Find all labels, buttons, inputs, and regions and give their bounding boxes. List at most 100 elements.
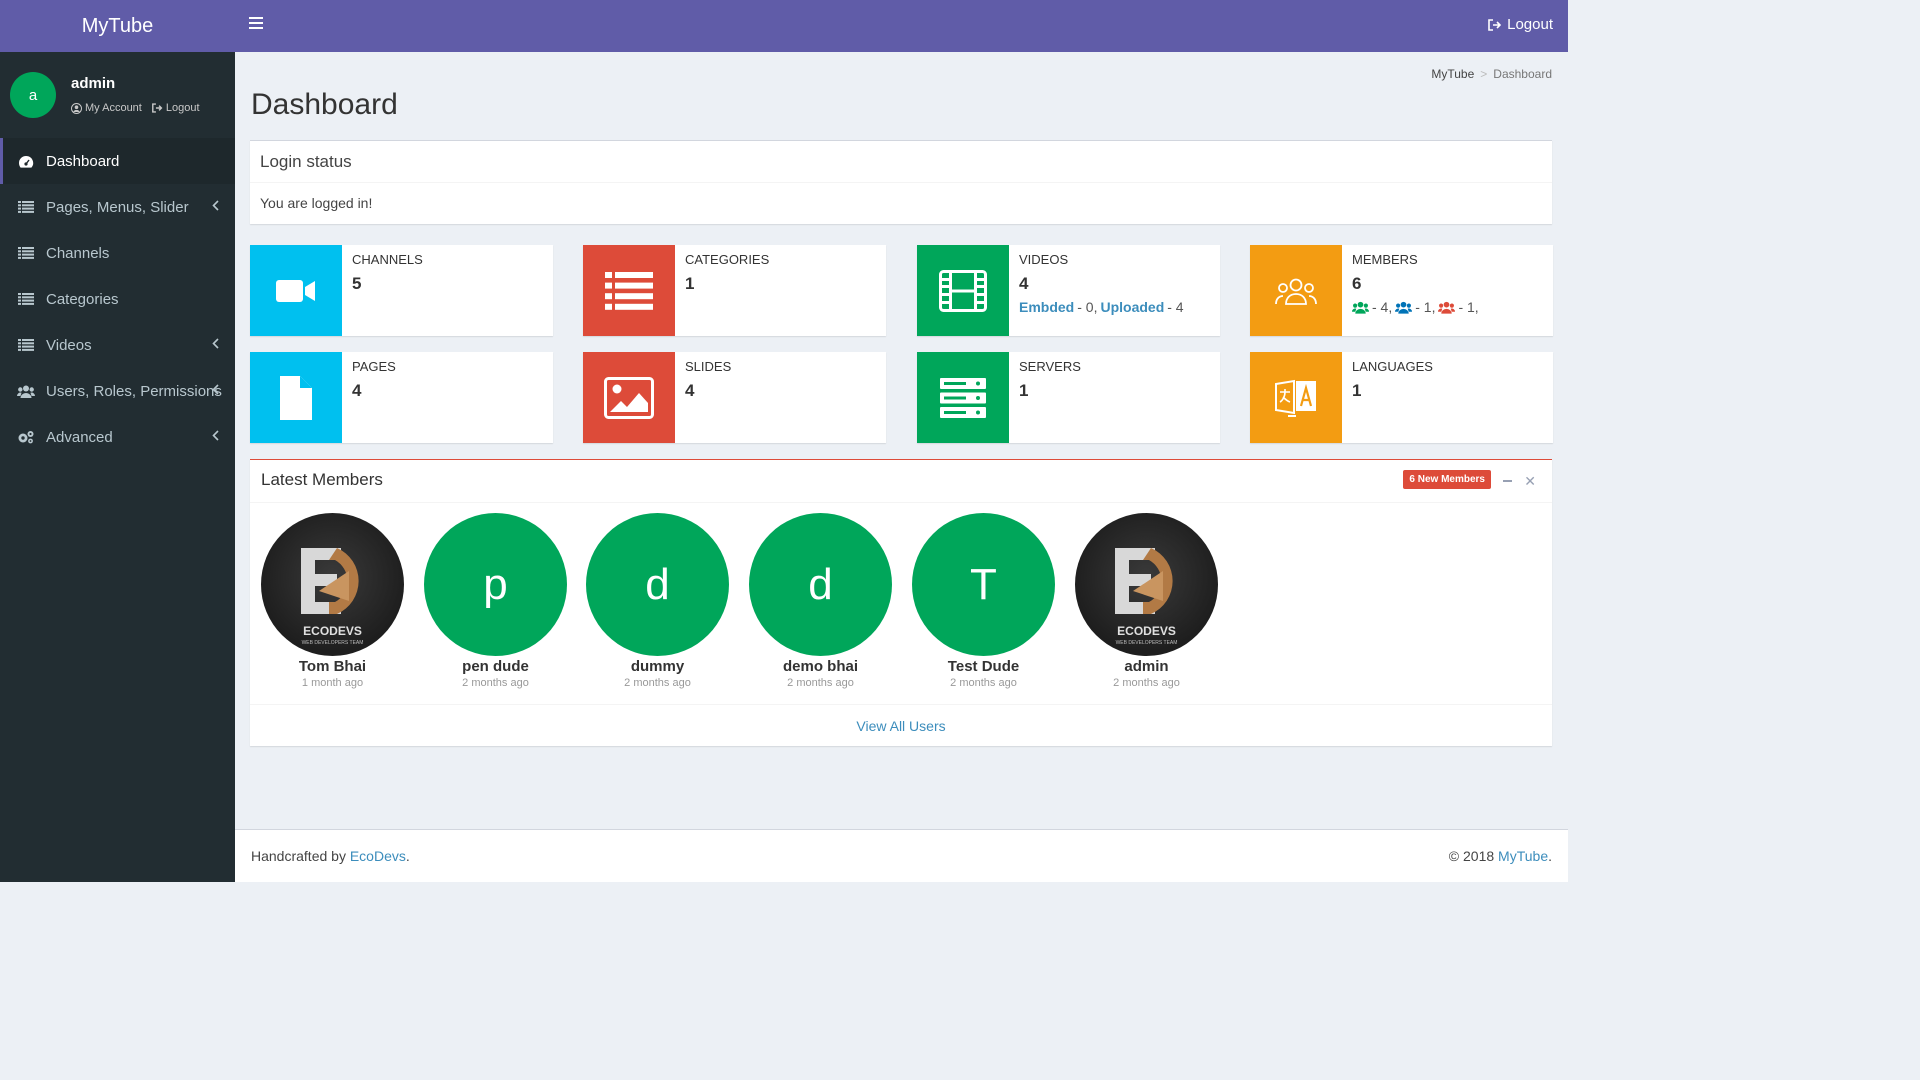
list-icon (17, 246, 35, 260)
embedded-link[interactable]: Embded (1019, 299, 1074, 315)
list-icon (17, 338, 35, 352)
view-all-users-link[interactable]: View All Users (250, 704, 1552, 746)
info-box-value: 4 (352, 381, 362, 400)
uploaded-count: - 4 (1167, 299, 1184, 315)
info-box-label: SERVERS (1019, 359, 1081, 374)
member-joined: 2 months ago (1113, 677, 1180, 689)
green-role-count: - 4, (1372, 299, 1393, 315)
language-icon (1250, 352, 1342, 443)
info-box-value: 1 (1019, 381, 1029, 400)
info-box-label: MEMBERS (1352, 252, 1418, 267)
file-icon (250, 352, 342, 443)
user-links: My Account Logout (71, 102, 200, 114)
sidebar-item-dashboard[interactable]: Dashboard (0, 138, 235, 184)
sidebar-item-label: Channels (46, 244, 110, 262)
sidebar-item-pages[interactable]: Pages, Menus, Slider (0, 184, 235, 230)
image-icon (583, 352, 675, 443)
minimize-icon[interactable] (1503, 480, 1512, 482)
server-icon (917, 352, 1009, 443)
list-icon (583, 245, 675, 336)
info-box-videos[interactable]: VIDEOS 4 Embded - 0, Uploaded - 4 (917, 245, 1220, 336)
list-item[interactable]: d demo bhai 2 months ago (749, 513, 892, 689)
cogs-icon (17, 430, 35, 444)
svg-text:WEB DEVELOPERS TEAM: WEB DEVELOPERS TEAM (1116, 640, 1178, 646)
member-joined: 2 months ago (462, 677, 529, 689)
info-box-pages[interactable]: PAGES 4 (250, 352, 553, 443)
footer-credit: Handcrafted by EcoDevs. (251, 848, 410, 864)
info-box-value: 6 (1352, 274, 1362, 293)
red-role-count: - 1, (1458, 299, 1479, 315)
login-status-box: Login status You are logged in! (250, 140, 1552, 224)
sidebar-logout-link[interactable]: Logout (151, 102, 200, 114)
breadcrumb-separator: > (1480, 67, 1488, 81)
my-account-link[interactable]: My Account (71, 102, 142, 114)
info-box-channels[interactable]: CHANNELS 5 (250, 245, 553, 336)
info-box-value: 1 (685, 274, 695, 293)
video-camera-icon (250, 245, 342, 336)
blue-role-count: - 1, (1415, 299, 1436, 315)
breadcrumb-home[interactable]: MyTube (1431, 67, 1474, 81)
svg-text:WEB DEVELOPERS TEAM: WEB DEVELOPERS TEAM (302, 640, 364, 646)
embedded-count: - 0, (1077, 299, 1098, 315)
sign-out-icon (151, 103, 163, 113)
member-name: dummy (630, 658, 685, 675)
sidebar-toggle-icon[interactable] (249, 17, 263, 31)
list-item[interactable]: ECODEVS WEB DEVELOPERS TEAM Tom Bhai 1 m… (261, 513, 404, 689)
sidebar-item-channels[interactable]: Channels (0, 230, 235, 276)
chevron-left-icon (212, 430, 219, 441)
login-status-message: You are logged in! (260, 195, 373, 211)
page-title: Dashboard (251, 88, 398, 121)
sidebar-item-label: Pages, Menus, Slider (46, 198, 189, 216)
info-box-servers[interactable]: SERVERS 1 (917, 352, 1220, 443)
uploaded-link[interactable]: Uploaded (1100, 299, 1164, 315)
users-icon (17, 384, 35, 398)
users-icon (1395, 301, 1413, 314)
logout-button[interactable]: Logout (1488, 16, 1553, 33)
chevron-left-icon (212, 384, 219, 395)
member-joined: 2 months ago (950, 677, 1017, 689)
info-box-slides[interactable]: SLIDES 4 (583, 352, 886, 443)
latest-members-box: Latest Members 6 New Members ✕ ECODEVS W… (250, 459, 1552, 746)
list-item[interactable]: ECODEVS WEB DEVELOPERS TEAM admin 2 mont… (1075, 513, 1218, 689)
info-box-members[interactable]: MEMBERS 6 - 4, - 1, - 1, (1250, 245, 1553, 336)
info-box-value: 5 (352, 274, 362, 293)
mytube-link[interactable]: MyTube (1498, 848, 1548, 864)
sidebar-item-videos[interactable]: Videos (0, 322, 235, 368)
new-members-badge: 6 New Members (1403, 470, 1491, 489)
svg-text:ECODEVS: ECODEVS (303, 624, 362, 638)
sidebar: a admin My Account Logout Dashboard Page… (0, 52, 235, 882)
info-box-value: 4 (685, 381, 695, 400)
avatar: T (912, 513, 1055, 656)
list-item[interactable]: p pen dude 2 months ago (424, 513, 567, 689)
sidebar-item-label: Users, Roles, Permissions (46, 382, 222, 400)
sidebar-item-users[interactable]: Users, Roles, Permissions (0, 368, 235, 414)
logout-label: Logout (165, 102, 200, 114)
member-joined: 2 months ago (624, 677, 691, 689)
app-logo[interactable]: MyTube (0, 0, 235, 52)
breadcrumb-current: Dashboard (1493, 67, 1552, 81)
member-name: Test Dude (947, 658, 1020, 675)
svg-text:ECODEVS: ECODEVS (1117, 624, 1176, 638)
group-icon (1250, 245, 1342, 336)
footer-copyright: © 2018 MyTube. (1448, 848, 1552, 864)
list-icon (17, 292, 35, 306)
info-box-label: PAGES (352, 359, 396, 374)
info-box-languages[interactable]: LANGUAGES 1 (1250, 352, 1553, 443)
sign-out-icon (1488, 18, 1502, 31)
close-icon[interactable]: ✕ (1524, 473, 1536, 490)
footer: Handcrafted by EcoDevs. © 2018 MyTube. (235, 829, 1568, 882)
list-icon (17, 200, 35, 214)
list-item[interactable]: d dummy 2 months ago (586, 513, 729, 689)
sidebar-item-advanced[interactable]: Advanced (0, 414, 235, 460)
info-box-categories[interactable]: CATEGORIES 1 (583, 245, 886, 336)
latest-members-title: Latest Members (261, 470, 383, 489)
login-status-title: Login status (250, 141, 1552, 183)
ecodevs-link[interactable]: EcoDevs (350, 848, 406, 864)
info-box-value: 1 (1352, 381, 1362, 400)
avatar: ECODEVS WEB DEVELOPERS TEAM (1075, 513, 1218, 656)
avatar: d (749, 513, 892, 656)
list-item[interactable]: T Test Dude 2 months ago (912, 513, 1055, 689)
sidebar-item-categories[interactable]: Categories (0, 276, 235, 322)
video-breakdown: Embded - 0, Uploaded - 4 (1019, 299, 1184, 315)
user-circle-icon (71, 102, 82, 114)
